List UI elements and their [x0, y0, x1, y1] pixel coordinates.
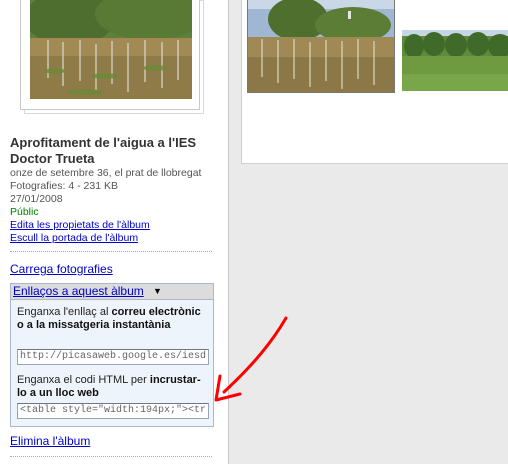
- triangle-down-icon[interactable]: ▼: [153, 286, 162, 296]
- album-sidebar: Aprofitament de l'aigua a l'IES Doctor T…: [0, 0, 228, 464]
- divider: [10, 456, 212, 457]
- email-link-instructions-prefix: Enganxa l'enllaç al: [17, 306, 112, 318]
- choose-album-cover-link[interactable]: Escull la portada de l'àlbum: [10, 232, 138, 245]
- divider: [10, 251, 212, 252]
- photo-thumbnail[interactable]: [402, 30, 508, 91]
- album-photo-count: Fotografies: 4 - 231 KB: [10, 180, 118, 192]
- album-cover[interactable]: [20, 0, 204, 114]
- upload-photos-link[interactable]: Carrega fotografies: [10, 262, 113, 276]
- embed-html-instructions: Enganxa el codi HTML per incrustar-lo a …: [17, 374, 209, 400]
- album-title: Aprofitament de l'aigua a l'IES Doctor T…: [10, 135, 197, 166]
- album-links-header-label[interactable]: Enllaços a aquest àlbum: [13, 285, 144, 298]
- embed-html-instructions-prefix: Enganxa el codi HTML per: [17, 374, 150, 386]
- album-date: 27/01/2008: [10, 193, 63, 205]
- album-visibility: Públic: [10, 206, 39, 218]
- edit-album-properties-link[interactable]: Edita les propietats de l'àlbum: [10, 219, 150, 232]
- album-url-field[interactable]: [17, 349, 209, 365]
- delete-album-link[interactable]: Elimina l'àlbum: [10, 434, 90, 448]
- email-link-instructions: Enganxa l'enllaç al correu electrònic o …: [17, 306, 209, 332]
- album-cover-image[interactable]: [30, 0, 192, 99]
- album-links-header[interactable]: Enllaços a aquest àlbum ▼: [11, 284, 213, 300]
- photo-grid-area: [229, 0, 508, 464]
- embed-html-field[interactable]: [17, 403, 209, 419]
- album-links-panel: Enllaços a aquest àlbum ▼ Enganxa l'enll…: [10, 283, 214, 427]
- album-location: onze de setembre 36, el prat de llobrega…: [10, 167, 202, 179]
- photo-thumbnail[interactable]: [247, 0, 395, 93]
